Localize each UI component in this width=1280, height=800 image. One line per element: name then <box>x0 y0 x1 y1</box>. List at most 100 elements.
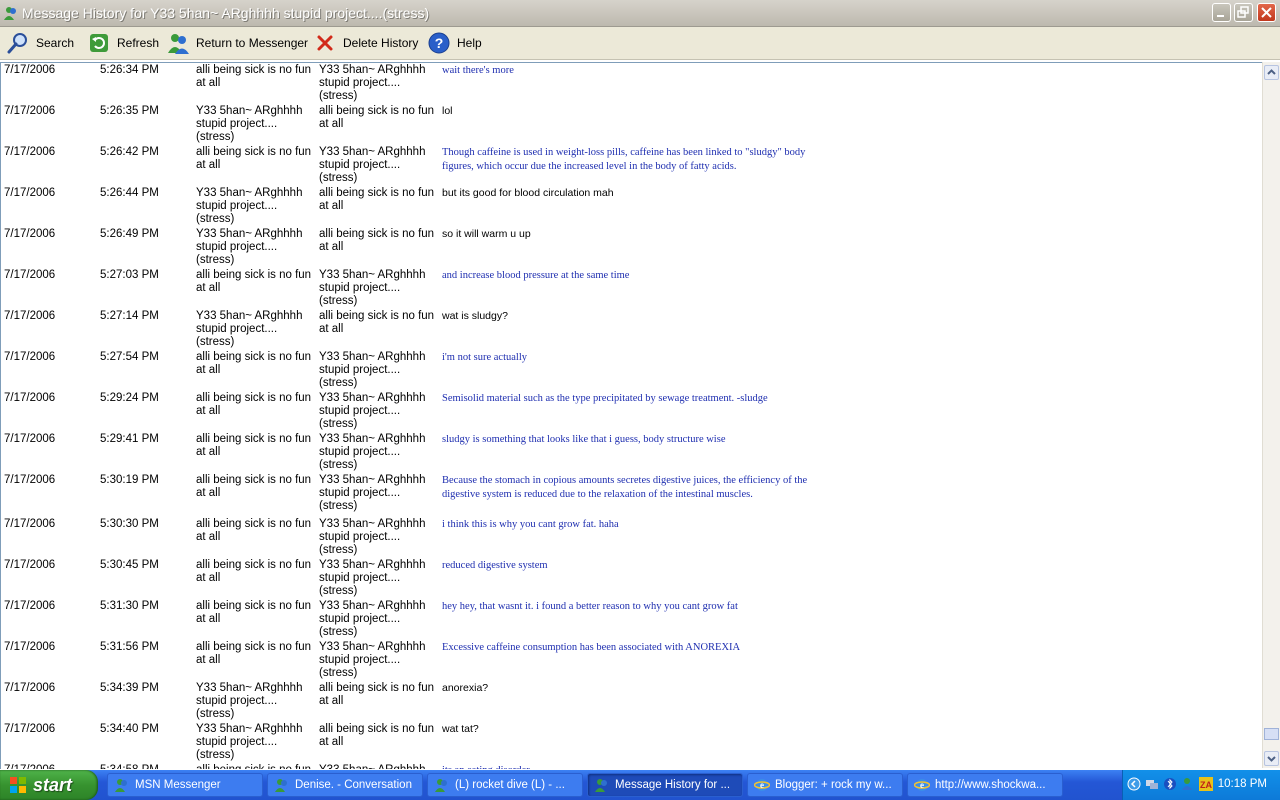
message-time: 5:30:30 PM <box>100 518 159 530</box>
title-bar[interactable]: Message History for Y33 5han~ ARghhhh st… <box>0 0 1280 27</box>
message-date: 7/17/2006 <box>4 518 56 530</box>
taskbar-button-label: MSN Messenger <box>135 779 221 791</box>
message-sender: alli being sick is no fun at all <box>196 146 312 171</box>
message-row[interactable]: 7/17/2006 5:26:44 PM Y33 5han~ ARghhhh stu… <box>1 187 1263 228</box>
message-time: 5:34:40 PM <box>100 723 159 735</box>
message-sender: alli being sick is no fun at all <box>196 392 312 417</box>
message-sender: Y33 5han~ ARghhhh stupid project....(str… <box>196 228 303 266</box>
message-recipient: Y33 5han~ ARghhhh stupid project....(str… <box>319 559 426 597</box>
zonealarm-icon[interactable]: ZA <box>1199 777 1213 791</box>
message-recipient: alli being sick is no fun at all <box>319 723 435 748</box>
msn-tray-icon[interactable] <box>1181 777 1195 791</box>
message-row[interactable]: 7/17/2006 5:30:30 PM alli being sick is no… <box>1 518 1263 559</box>
start-label: start <box>33 775 73 795</box>
message-date: 7/17/2006 <box>4 146 56 158</box>
clock[interactable]: 10:18 PM <box>1218 778 1267 790</box>
message-date: 7/17/2006 <box>4 764 99 769</box>
taskbar-button[interactable]: MSN Messenger <box>107 773 263 797</box>
message-recipient: alli being sick is no fun at all <box>319 187 435 212</box>
start-button[interactable]: start <box>0 770 98 800</box>
taskbar-button[interactable]: e Blogger: + rock my w... <box>747 773 903 797</box>
message-time: 5:26:49 PM <box>100 228 159 240</box>
taskbar-button-label: Message History for ... <box>615 779 731 791</box>
message-recipient: Y33 5han~ ARghhhh stupid project....(str… <box>319 474 426 512</box>
message-date: 7/17/2006 <box>4 392 56 404</box>
taskbar-button[interactable]: e http://www.shockwa... <box>907 773 1063 797</box>
message-row[interactable]: 7/17/2006 5:26:42 PM alli being sick is no… <box>1 146 1263 187</box>
message-time: 5:31:30 PM <box>100 600 159 612</box>
delete-history-button[interactable]: Delete History <box>313 30 418 56</box>
ie-icon: e <box>754 779 770 791</box>
message-history-list[interactable]: 7/17/2006 5:26:34 PM alli being sick is no… <box>0 62 1263 769</box>
message-sender: alli being sick is no fun at all <box>196 351 312 376</box>
message-row[interactable]: 7/17/2006 5:30:19 PM alli being sick is no… <box>1 474 1263 518</box>
message-row[interactable]: 7/17/2006 5:26:35 PM Y33 5han~ ARghhhh stu… <box>1 105 1263 146</box>
ie-icon: e <box>914 779 930 791</box>
message-sender: alli being sick is no fun at all <box>196 433 312 458</box>
minimize-button[interactable] <box>1212 3 1231 22</box>
message-row[interactable]: 7/17/2006 5:34:39 PM Y33 5han~ ARghhhh stu… <box>1 682 1263 723</box>
message-recipient: Y33 5han~ ARghhhh stupid project....(str… <box>319 351 426 389</box>
network-icon[interactable] <box>1145 777 1159 791</box>
refresh-button[interactable]: Refresh <box>87 30 159 56</box>
help-icon: ? <box>428 32 450 54</box>
message-row[interactable]: 7/17/2006 5:27:03 PM alli being sick is no… <box>1 269 1263 310</box>
scroll-down-button[interactable] <box>1264 751 1279 766</box>
help-label: Help <box>457 36 482 50</box>
message-recipient: Y33 5han~ ARghhhh stupid project....(str… <box>319 641 426 679</box>
vertical-scrollbar[interactable] <box>1262 62 1280 768</box>
svg-text:e: e <box>760 780 764 790</box>
message-sender: alli being sick is no fun at all <box>196 764 314 769</box>
window-title: Message History for Y33 5han~ ARghhhh st… <box>22 5 430 21</box>
message-sender: Y33 5han~ ARghhhh stupid project....(str… <box>196 105 303 143</box>
taskbar-button[interactable]: (L) rocket dive (L) - ... <box>427 773 583 797</box>
message-sender: alli being sick is no fun at all <box>196 474 312 499</box>
message-row[interactable]: 7/17/2006 5:27:54 PM alli being sick is no… <box>1 351 1263 392</box>
message-date: 7/17/2006 <box>4 187 56 199</box>
message-date: 7/17/2006 <box>4 433 56 445</box>
message-row[interactable]: 7/17/2006 5:26:34 PM alli being sick is no… <box>1 64 1263 105</box>
windows-logo-icon <box>10 777 26 793</box>
taskbar-button[interactable]: Message History for ... <box>587 773 743 797</box>
message-text: Because the stomach in copious amounts s… <box>442 475 808 500</box>
message-row[interactable]: 7/17/2006 5:27:14 PM Y33 5han~ ARghhhh stu… <box>1 310 1263 351</box>
close-button[interactable] <box>1257 3 1276 22</box>
message-row[interactable]: 7/17/2006 5:31:30 PM alli being sick is no… <box>1 600 1263 641</box>
search-button[interactable]: Search <box>6 30 74 56</box>
return-label: Return to Messenger <box>196 36 309 50</box>
maximize-button[interactable] <box>1234 3 1253 22</box>
message-row[interactable]: 7/17/2006 5:30:45 PM alli being sick is no… <box>1 559 1263 600</box>
message-row[interactable]: 7/17/2006 5:29:24 PM alli being sick is no… <box>1 392 1263 433</box>
message-sender: alli being sick is no fun at all <box>196 641 312 666</box>
message-row[interactable]: 7/17/20065:34:58 PMalli being sick is no… <box>1 764 1263 769</box>
search-label: Search <box>36 36 75 50</box>
svg-text:ZA: ZA <box>1200 780 1212 790</box>
message-sender: alli being sick is no fun at all <box>196 64 312 89</box>
return-to-messenger-button[interactable]: Return to Messenger <box>166 30 308 56</box>
scroll-thumb[interactable] <box>1264 728 1279 740</box>
message-time: 5:26:35 PM <box>100 105 159 117</box>
scroll-up-button[interactable] <box>1264 65 1279 80</box>
msn-icon <box>595 779 607 792</box>
message-row[interactable]: 7/17/2006 5:34:40 PM Y33 5han~ ARghhhh stu… <box>1 723 1263 764</box>
help-button[interactable]: ? Help <box>427 30 482 56</box>
message-sender: alli being sick is no fun at all <box>196 518 312 543</box>
message-row[interactable]: 7/17/2006 5:31:56 PM alli being sick is no… <box>1 641 1263 682</box>
taskbar-button-label: Denise. - Conversation <box>295 779 412 791</box>
message-time: 5:34:58 PM <box>100 764 195 769</box>
message-sender: alli being sick is no fun at all <box>196 600 312 625</box>
message-sender: alli being sick is no fun at all <box>196 269 312 294</box>
message-date: 7/17/2006 <box>4 228 56 240</box>
message-row[interactable]: 7/17/2006 5:29:41 PM alli being sick is no… <box>1 433 1263 474</box>
message-date: 7/17/2006 <box>4 64 56 76</box>
message-row[interactable]: 7/17/2006 5:26:49 PM Y33 5han~ ARghhhh stu… <box>1 228 1263 269</box>
message-date: 7/17/2006 <box>4 105 56 117</box>
message-time: 5:27:54 PM <box>100 351 159 363</box>
toolbar: Search Refresh Return to Messenger Delet… <box>0 27 1280 60</box>
tray-expand-icon[interactable] <box>1127 777 1141 791</box>
close-icon <box>1261 7 1272 18</box>
refresh-label: Refresh <box>117 36 160 50</box>
message-text: but its good for blood circulation mah <box>442 187 614 199</box>
taskbar-button[interactable]: Denise. - Conversation <box>267 773 423 797</box>
bluetooth-icon[interactable] <box>1163 777 1177 791</box>
